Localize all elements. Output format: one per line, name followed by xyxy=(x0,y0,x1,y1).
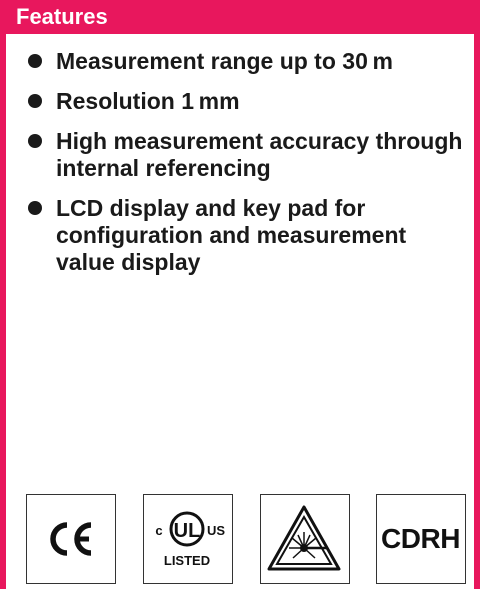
certification-logos: UL c US LISTED CDRH xyxy=(26,494,466,584)
feature-item: Resolution 1 mm xyxy=(26,88,466,115)
feature-item: Measurement range up to 30 m xyxy=(26,48,466,75)
feature-item: High measurement accuracy through intern… xyxy=(26,128,466,182)
feature-text: LCD display and key pad for configuratio… xyxy=(56,195,407,275)
header-title: Features xyxy=(16,4,108,29)
cdrh-text: CDRH xyxy=(381,522,460,554)
feature-text: Resolution 1 mm xyxy=(56,88,240,114)
features-header: Features xyxy=(6,0,480,34)
bullet-icon xyxy=(28,134,42,148)
feature-text: Measurement range up to 30 m xyxy=(56,48,393,74)
ul-right-text: US xyxy=(207,523,225,538)
ul-left-text: c xyxy=(155,523,162,538)
laser-warning-icon xyxy=(260,494,350,584)
feature-text: High measurement accuracy through intern… xyxy=(56,128,463,181)
ul-bottom-text: LISTED xyxy=(164,553,210,568)
ce-mark-icon xyxy=(26,494,116,584)
ul-center-text: UL xyxy=(174,520,201,542)
features-panel: Features Measurement range up to 30 m Re… xyxy=(0,0,480,589)
features-list: Measurement range up to 30 m Resolution … xyxy=(26,48,466,289)
bullet-icon xyxy=(28,201,42,215)
ul-listed-icon: UL c US LISTED xyxy=(143,494,233,584)
cdrh-mark: CDRH xyxy=(376,494,466,584)
feature-item: LCD display and key pad for configuratio… xyxy=(26,195,466,276)
bullet-icon xyxy=(28,54,42,68)
bullet-icon xyxy=(28,94,42,108)
